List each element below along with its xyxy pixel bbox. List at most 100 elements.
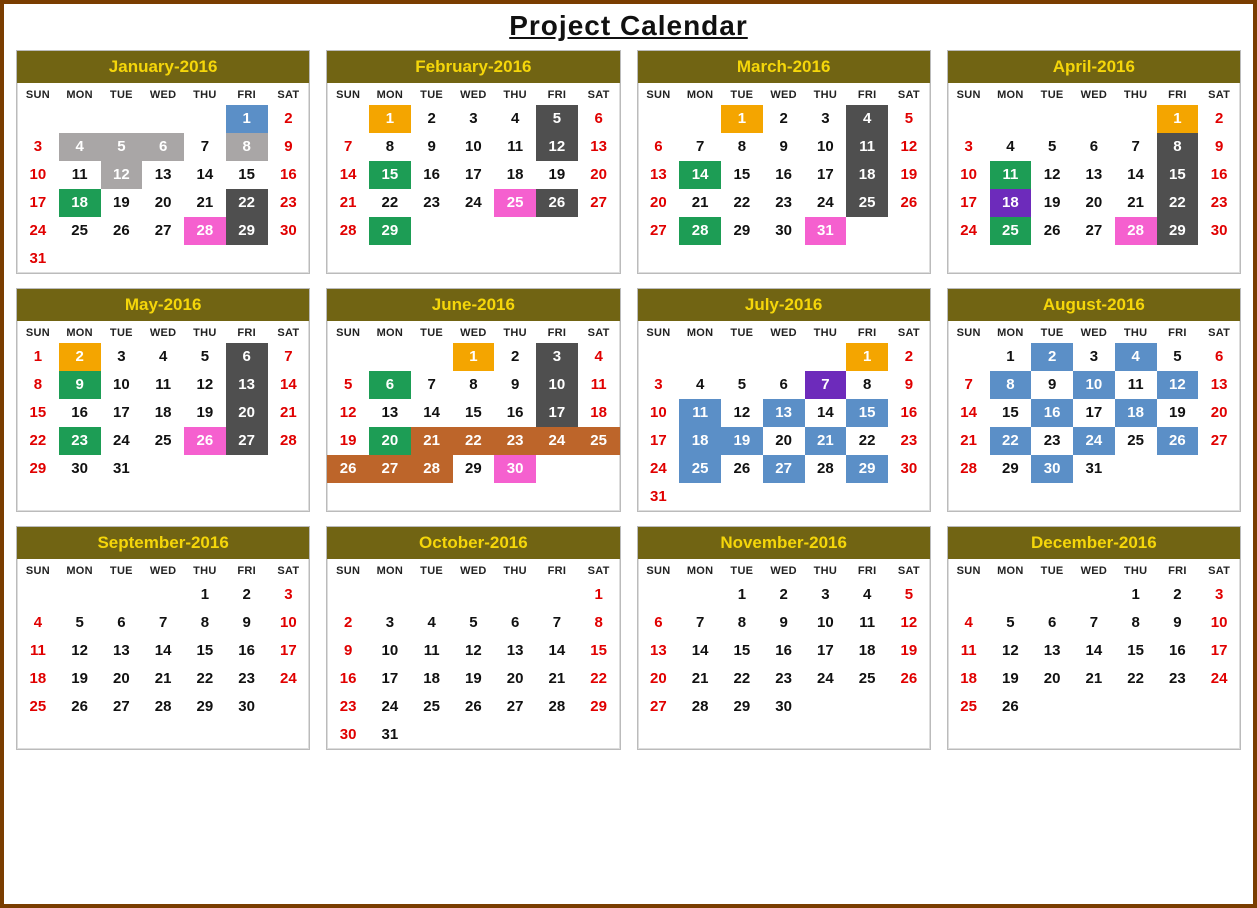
day-cell: 16 xyxy=(226,637,268,665)
day-cell: 7 xyxy=(184,133,226,161)
day-cell: 15 xyxy=(846,399,888,427)
month-header: December-2016 xyxy=(948,527,1240,559)
day-cell: 28 xyxy=(805,455,847,483)
dow-label: SAT xyxy=(268,559,310,581)
day-cell: 8 xyxy=(846,371,888,399)
day-cell: 1 xyxy=(578,581,620,609)
dow-row: SUNMONTUEWEDTHUFRISAT xyxy=(327,321,619,343)
dow-label: THU xyxy=(1115,321,1157,343)
day-cell: 19 xyxy=(888,637,930,665)
day-cell: 13 xyxy=(1073,161,1115,189)
month-block: January-2016SUNMONTUEWEDTHUFRISAT1234567… xyxy=(16,50,310,274)
day-cell: 4 xyxy=(411,609,453,637)
day-cell: 23 xyxy=(226,665,268,693)
day-cell: 30 xyxy=(888,455,930,483)
day-cell: 16 xyxy=(327,665,369,693)
empty-cell xyxy=(411,581,453,609)
dow-label: WED xyxy=(1073,83,1115,105)
day-cell: 20 xyxy=(226,399,268,427)
day-cell: 5 xyxy=(536,105,578,133)
day-cell: 10 xyxy=(17,161,59,189)
dow-label: FRI xyxy=(846,83,888,105)
day-cell: 17 xyxy=(805,161,847,189)
day-cell: 2 xyxy=(763,581,805,609)
day-cell: 13 xyxy=(1031,637,1073,665)
dow-label: TUE xyxy=(1031,559,1073,581)
empty-cell xyxy=(990,105,1032,133)
month-header: April-2016 xyxy=(948,51,1240,83)
day-cell: 6 xyxy=(578,105,620,133)
day-cell: 16 xyxy=(1198,161,1240,189)
day-cell: 12 xyxy=(327,399,369,427)
day-cell: 21 xyxy=(1115,189,1157,217)
day-cell: 9 xyxy=(494,371,536,399)
day-cell: 30 xyxy=(1198,217,1240,245)
day-cell: 22 xyxy=(17,427,59,455)
dow-label: SAT xyxy=(268,321,310,343)
day-cell: 11 xyxy=(1115,371,1157,399)
day-cell: 4 xyxy=(1115,343,1157,371)
day-cell: 16 xyxy=(888,399,930,427)
dow-label: MON xyxy=(369,83,411,105)
day-cell: 22 xyxy=(453,427,495,455)
dow-label: TUE xyxy=(1031,321,1073,343)
day-cell: 10 xyxy=(1073,371,1115,399)
month-block: February-2016SUNMONTUEWEDTHUFRISAT123456… xyxy=(326,50,620,274)
day-cell: 21 xyxy=(679,189,721,217)
dow-label: MON xyxy=(990,83,1032,105)
day-cell: 19 xyxy=(1157,399,1199,427)
day-cell: 13 xyxy=(638,637,680,665)
dow-label: SAT xyxy=(888,559,930,581)
day-cell: 20 xyxy=(578,161,620,189)
day-cell: 3 xyxy=(638,371,680,399)
dow-label: FRI xyxy=(226,559,268,581)
empty-cell xyxy=(948,343,990,371)
day-cell: 30 xyxy=(226,693,268,721)
dow-label: FRI xyxy=(226,83,268,105)
day-cell: 5 xyxy=(888,581,930,609)
month-header: November-2016 xyxy=(638,527,930,559)
day-cell: 30 xyxy=(327,721,369,749)
day-cell: 6 xyxy=(142,133,184,161)
days-grid: 1234567891011121314151617181920212223242… xyxy=(948,581,1240,721)
day-cell: 7 xyxy=(327,133,369,161)
day-cell: 29 xyxy=(369,217,411,245)
day-cell: 18 xyxy=(17,665,59,693)
month-header: October-2016 xyxy=(327,527,619,559)
day-cell: 12 xyxy=(536,133,578,161)
day-cell: 23 xyxy=(1031,427,1073,455)
month-block: September-2016SUNMONTUEWEDTHUFRISAT12345… xyxy=(16,526,310,750)
day-cell: 17 xyxy=(536,399,578,427)
day-cell: 6 xyxy=(1198,343,1240,371)
dow-label: WED xyxy=(453,83,495,105)
day-cell: 28 xyxy=(184,217,226,245)
empty-cell xyxy=(679,581,721,609)
day-cell: 12 xyxy=(59,637,101,665)
day-cell: 8 xyxy=(1157,133,1199,161)
empty-cell xyxy=(101,581,143,609)
dow-label: MON xyxy=(990,321,1032,343)
day-cell: 1 xyxy=(721,581,763,609)
dow-label: WED xyxy=(763,321,805,343)
dow-label: SAT xyxy=(1198,83,1240,105)
dow-label: WED xyxy=(453,321,495,343)
day-cell: 17 xyxy=(1073,399,1115,427)
day-cell: 21 xyxy=(268,399,310,427)
day-cell: 25 xyxy=(142,427,184,455)
dow-label: TUE xyxy=(721,83,763,105)
day-cell: 20 xyxy=(142,189,184,217)
dow-label: MON xyxy=(679,321,721,343)
empty-cell xyxy=(59,581,101,609)
day-cell: 27 xyxy=(494,693,536,721)
days-grid: 1234567891011121314151617181920212223242… xyxy=(327,343,619,483)
day-cell: 10 xyxy=(536,371,578,399)
day-cell: 10 xyxy=(638,399,680,427)
day-cell: 29 xyxy=(226,217,268,245)
day-cell: 5 xyxy=(888,105,930,133)
day-cell: 18 xyxy=(1115,399,1157,427)
day-cell: 14 xyxy=(948,399,990,427)
day-cell: 23 xyxy=(327,693,369,721)
day-cell: 1 xyxy=(369,105,411,133)
day-cell: 12 xyxy=(721,399,763,427)
dow-label: WED xyxy=(763,83,805,105)
